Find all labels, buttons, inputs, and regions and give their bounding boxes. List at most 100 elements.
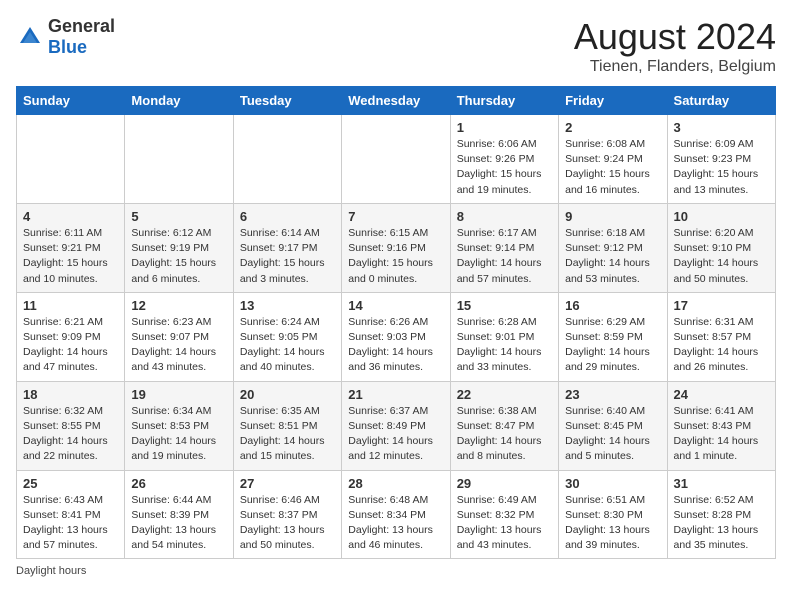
logo-icon [16, 23, 44, 51]
title-block: August 2024 Tienen, Flanders, Belgium [574, 16, 776, 76]
day-number: 19 [131, 387, 226, 402]
header-saturday: Saturday [667, 87, 775, 115]
day-number: 1 [457, 120, 552, 135]
day-number: 11 [23, 298, 118, 313]
day-number: 18 [23, 387, 118, 402]
calendar-cell: 12 Sunrise: 6:23 AM Sunset: 9:07 PM Dayli… [125, 292, 233, 381]
day-number: 13 [240, 298, 335, 313]
calendar-cell: 1 Sunrise: 6:06 AM Sunset: 9:26 PM Daylig… [450, 115, 558, 204]
day-number: 12 [131, 298, 226, 313]
day-info: Sunrise: 6:23 AM Sunset: 9:07 PM Dayligh… [131, 315, 226, 376]
calendar-cell [342, 115, 450, 204]
day-number: 4 [23, 209, 118, 224]
calendar-week-row: 18 Sunrise: 6:32 AM Sunset: 8:55 PM Dayli… [17, 381, 776, 470]
calendar-cell: 6Sunrise: 6:14 AM Sunset: 9:17 PM Daylig… [233, 203, 341, 292]
day-info: Sunrise: 6:15 AM Sunset: 9:16 PM Dayligh… [348, 226, 443, 287]
day-number: 26 [131, 476, 226, 491]
calendar-cell: 9Sunrise: 6:18 AM Sunset: 9:12 PM Daylig… [559, 203, 667, 292]
day-info: Sunrise: 6:11 AM Sunset: 9:21 PM Dayligh… [23, 226, 118, 287]
calendar-cell [125, 115, 233, 204]
calendar-cell: 8 Sunrise: 6:17 AM Sunset: 9:14 PM Daylig… [450, 203, 558, 292]
calendar-cell: 5 Sunrise: 6:12 AM Sunset: 9:19 PM Daylig… [125, 203, 233, 292]
header-tuesday: Tuesday [233, 87, 341, 115]
page-title: August 2024 [574, 16, 776, 58]
calendar-cell: 26 Sunrise: 6:44 AM Sunset: 8:39 PM Dayli… [125, 470, 233, 559]
logo: General Blue [16, 16, 115, 58]
calendar-cell: 30Sunrise: 6:51 AM Sunset: 8:30 PM Dayli… [559, 470, 667, 559]
day-info: Sunrise: 6:18 AM Sunset: 9:12 PM Dayligh… [565, 226, 660, 287]
day-info: Sunrise: 6:06 AM Sunset: 9:26 PM Dayligh… [457, 137, 552, 198]
day-info: Sunrise: 6:32 AM Sunset: 8:55 PM Dayligh… [23, 404, 118, 465]
header-monday: Monday [125, 87, 233, 115]
logo-blue: Blue [48, 37, 87, 57]
day-info: Sunrise: 6:31 AM Sunset: 8:57 PM Dayligh… [674, 315, 769, 376]
day-info: Sunrise: 6:26 AM Sunset: 9:03 PM Dayligh… [348, 315, 443, 376]
day-number: 27 [240, 476, 335, 491]
header-friday: Friday [559, 87, 667, 115]
day-number: 10 [674, 209, 769, 224]
footer-note: Daylight hours [16, 565, 776, 577]
calendar-cell: 24Sunrise: 6:41 AM Sunset: 8:43 PM Dayli… [667, 381, 775, 470]
calendar-cell: 10 Sunrise: 6:20 AM Sunset: 9:10 PM Dayli… [667, 203, 775, 292]
calendar-cell: 4 Sunrise: 6:11 AM Sunset: 9:21 PM Daylig… [17, 203, 125, 292]
day-info: Sunrise: 6:48 AM Sunset: 8:34 PM Dayligh… [348, 493, 443, 554]
calendar-cell [233, 115, 341, 204]
calendar-cell: 18 Sunrise: 6:32 AM Sunset: 8:55 PM Dayli… [17, 381, 125, 470]
calendar-cell: 11 Sunrise: 6:21 AM Sunset: 9:09 PM Dayli… [17, 292, 125, 381]
calendar-week-row: 4 Sunrise: 6:11 AM Sunset: 9:21 PM Daylig… [17, 203, 776, 292]
day-info: Sunrise: 6:34 AM Sunset: 8:53 PM Dayligh… [131, 404, 226, 465]
calendar-cell: 15 Sunrise: 6:28 AM Sunset: 9:01 PM Dayli… [450, 292, 558, 381]
day-info: Sunrise: 6:40 AM Sunset: 8:45 PM Dayligh… [565, 404, 660, 465]
header-sunday: Sunday [17, 87, 125, 115]
calendar-cell: 28 Sunrise: 6:48 AM Sunset: 8:34 PM Dayli… [342, 470, 450, 559]
calendar-cell: 19 Sunrise: 6:34 AM Sunset: 8:53 PM Dayli… [125, 381, 233, 470]
day-info: Sunrise: 6:43 AM Sunset: 8:41 PM Dayligh… [23, 493, 118, 554]
calendar-cell: 2 Sunrise: 6:08 AM Sunset: 9:24 PM Daylig… [559, 115, 667, 204]
day-number: 30 [565, 476, 660, 491]
calendar-cell: 17 Sunrise: 6:31 AM Sunset: 8:57 PM Dayli… [667, 292, 775, 381]
day-number: 29 [457, 476, 552, 491]
day-info: Sunrise: 6:28 AM Sunset: 9:01 PM Dayligh… [457, 315, 552, 376]
day-info: Sunrise: 6:20 AM Sunset: 9:10 PM Dayligh… [674, 226, 769, 287]
day-info: Sunrise: 6:52 AM Sunset: 8:28 PM Dayligh… [674, 493, 769, 554]
day-number: 21 [348, 387, 443, 402]
day-info: Sunrise: 6:21 AM Sunset: 9:09 PM Dayligh… [23, 315, 118, 376]
day-number: 28 [348, 476, 443, 491]
calendar-cell: 3 Sunrise: 6:09 AM Sunset: 9:23 PM Daylig… [667, 115, 775, 204]
day-number: 14 [348, 298, 443, 313]
day-number: 6 [240, 209, 335, 224]
day-number: 2 [565, 120, 660, 135]
page-header: General Blue August 2024 Tienen, Flander… [16, 16, 776, 76]
day-info: Sunrise: 6:35 AM Sunset: 8:51 PM Dayligh… [240, 404, 335, 465]
day-info: Sunrise: 6:44 AM Sunset: 8:39 PM Dayligh… [131, 493, 226, 554]
day-number: 3 [674, 120, 769, 135]
day-info: Sunrise: 6:12 AM Sunset: 9:19 PM Dayligh… [131, 226, 226, 287]
day-info: Sunrise: 6:38 AM Sunset: 8:47 PM Dayligh… [457, 404, 552, 465]
day-number: 8 [457, 209, 552, 224]
header-wednesday: Wednesday [342, 87, 450, 115]
day-info: Sunrise: 6:29 AM Sunset: 8:59 PM Dayligh… [565, 315, 660, 376]
calendar-cell: 27Sunrise: 6:46 AM Sunset: 8:37 PM Dayli… [233, 470, 341, 559]
day-info: Sunrise: 6:08 AM Sunset: 9:24 PM Dayligh… [565, 137, 660, 198]
day-info: Sunrise: 6:41 AM Sunset: 8:43 PM Dayligh… [674, 404, 769, 465]
logo-general: General [48, 16, 115, 36]
day-number: 25 [23, 476, 118, 491]
calendar-week-row: 11 Sunrise: 6:21 AM Sunset: 9:09 PM Dayli… [17, 292, 776, 381]
page-subtitle: Tienen, Flanders, Belgium [574, 58, 776, 76]
calendar-cell: 20Sunrise: 6:35 AM Sunset: 8:51 PM Dayli… [233, 381, 341, 470]
calendar-cell: 22 Sunrise: 6:38 AM Sunset: 8:47 PM Dayli… [450, 381, 558, 470]
day-number: 23 [565, 387, 660, 402]
day-number: 22 [457, 387, 552, 402]
day-info: Sunrise: 6:49 AM Sunset: 8:32 PM Dayligh… [457, 493, 552, 554]
day-number: 5 [131, 209, 226, 224]
day-number: 15 [457, 298, 552, 313]
day-number: 16 [565, 298, 660, 313]
calendar-cell: 16 Sunrise: 6:29 AM Sunset: 8:59 PM Dayli… [559, 292, 667, 381]
calendar-table: SundayMondayTuesdayWednesdayThursdayFrid… [16, 86, 776, 559]
day-info: Sunrise: 6:37 AM Sunset: 8:49 PM Dayligh… [348, 404, 443, 465]
calendar-cell: 29 Sunrise: 6:49 AM Sunset: 8:32 PM Dayli… [450, 470, 558, 559]
day-number: 17 [674, 298, 769, 313]
day-info: Sunrise: 6:09 AM Sunset: 9:23 PM Dayligh… [674, 137, 769, 198]
day-info: Sunrise: 6:17 AM Sunset: 9:14 PM Dayligh… [457, 226, 552, 287]
calendar-cell: 14 Sunrise: 6:26 AM Sunset: 9:03 PM Dayli… [342, 292, 450, 381]
